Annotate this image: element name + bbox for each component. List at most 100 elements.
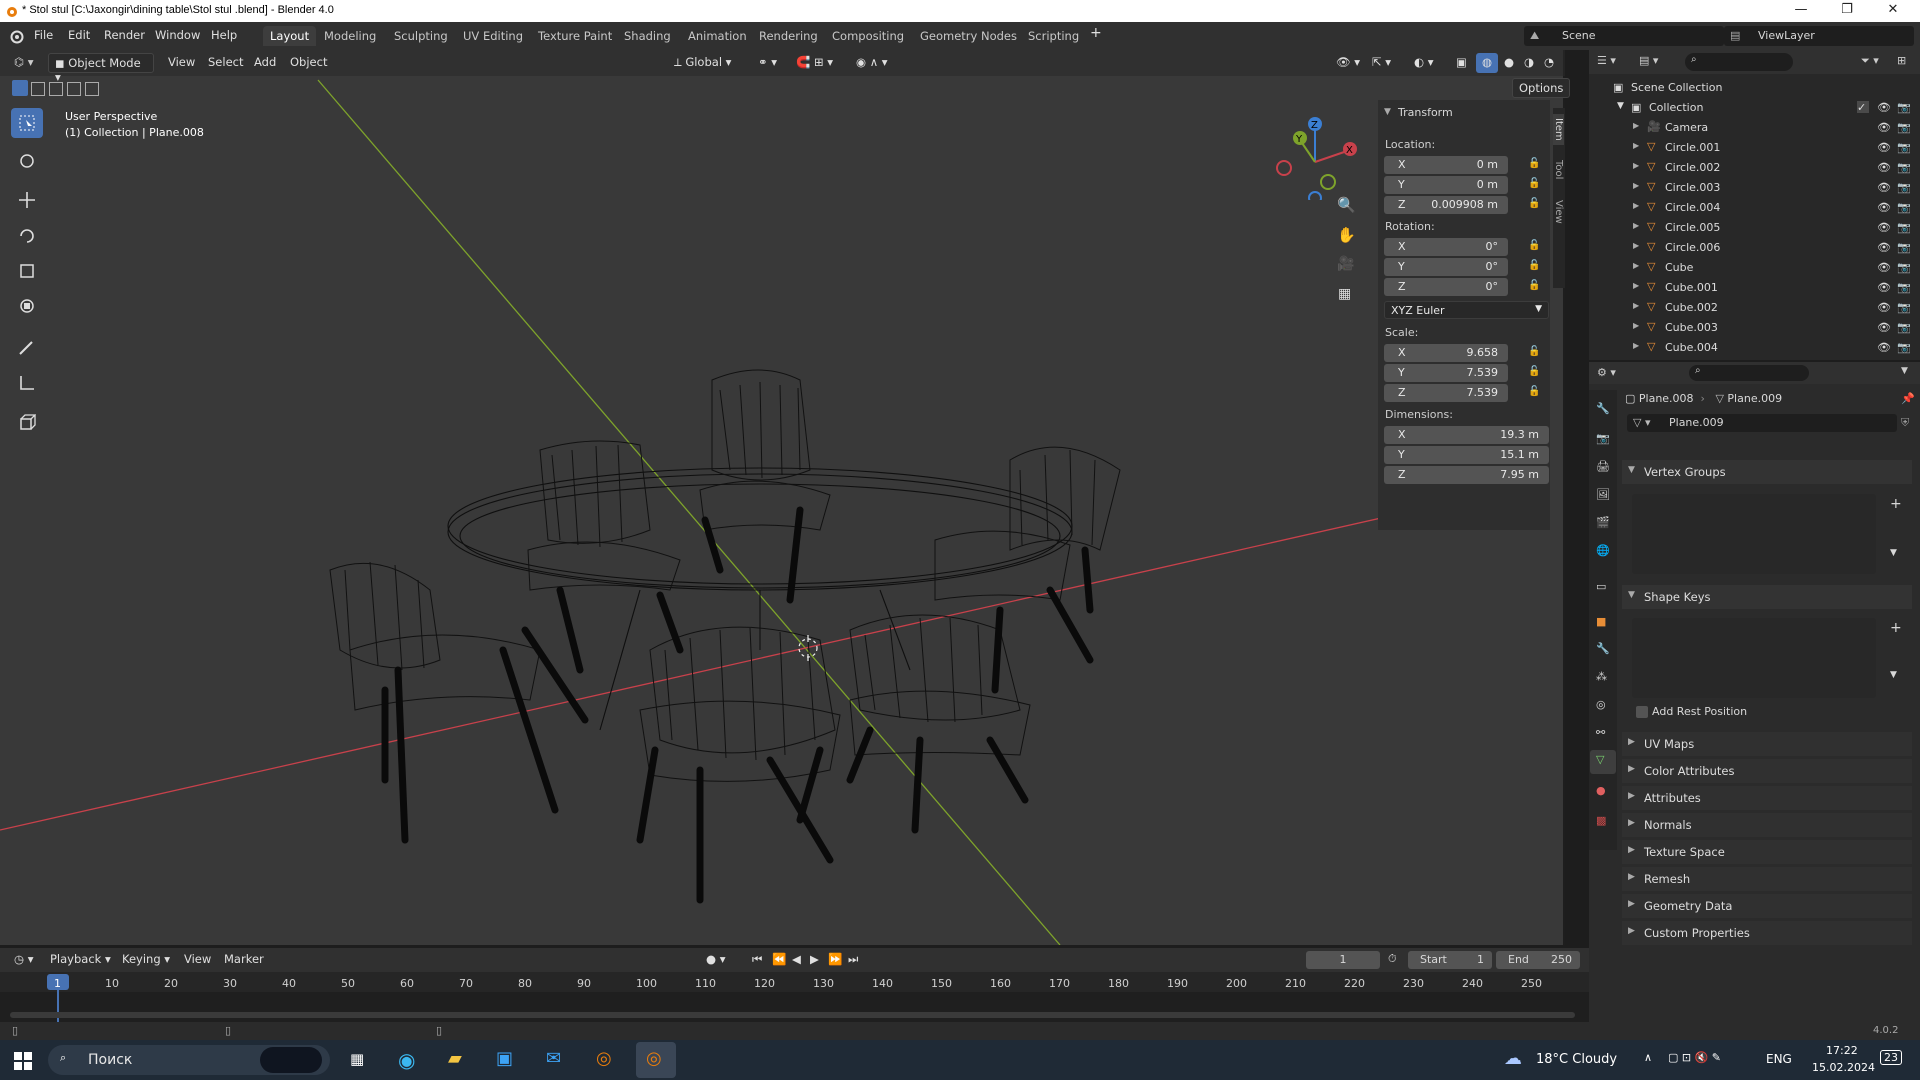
vertex-groups-list[interactable] <box>1632 494 1876 574</box>
lock-icon[interactable]: 🔓 <box>1528 346 1540 357</box>
panel-geometry-data[interactable]: ▶ Geometry Data <box>1622 894 1912 918</box>
grid-toggle-icon[interactable]: ▦ <box>1338 286 1351 302</box>
jump-start-icon[interactable]: ⏮ <box>746 950 768 970</box>
view-layer-icon[interactable]: 🖼 <box>1596 488 1610 501</box>
outliner-row-object[interactable]: ▶ ▽ Circle.004 👁 📷 <box>1589 198 1920 218</box>
chevron-up-icon[interactable]: ∧ <box>1644 1051 1652 1064</box>
proportional-edit-icon[interactable]: ◉ ∧ ▾ <box>850 53 894 73</box>
object-icon[interactable]: ■ <box>1596 615 1606 628</box>
render-icon[interactable]: 📷 <box>1596 432 1610 445</box>
camera-render-icon[interactable]: 📷 <box>1897 261 1911 274</box>
scene-icon[interactable]: 🎬 <box>1596 516 1610 529</box>
tab-compositing[interactable]: Compositing <box>825 26 911 46</box>
menu-view[interactable]: View <box>178 950 217 970</box>
pivot-point-icon[interactable]: ⚭ ▾ <box>752 53 783 73</box>
clock-date[interactable]: 15.02.2024 <box>1812 1061 1875 1074</box>
select-extend-icon[interactable] <box>31 82 45 96</box>
camera-render-icon[interactable]: 📷 <box>1897 301 1911 314</box>
outliner-row-object[interactable]: ▶ ▽ Circle.005 👁 📷 <box>1589 218 1920 238</box>
auto-keying-icon[interactable]: ● ▾ <box>700 950 731 970</box>
system-tray-icon[interactable]: ▢ ⊡ 🔇 ✎ <box>1668 1051 1721 1064</box>
checkbox-icon[interactable]: ✓ <box>1857 101 1869 114</box>
properties-search-input[interactable]: ⌕ <box>1689 365 1809 381</box>
rotation-mode-select[interactable]: XYZ Euler ▼ <box>1384 301 1549 319</box>
gizmo-toggle-icon[interactable]: ⇱ ▾ <box>1366 53 1397 73</box>
dimension-y-field[interactable]: Y 15.1 m <box>1384 446 1549 464</box>
outliner-row-collection[interactable]: ▼ ▣ Collection ✓ 👁 📷 <box>1589 98 1920 118</box>
texture-icon[interactable]: ▩ <box>1596 814 1606 827</box>
lock-icon[interactable]: 🔓 <box>1528 366 1540 377</box>
panel-texture-space[interactable]: ▶ Texture Space <box>1622 840 1912 864</box>
tab-texture-paint[interactable]: Texture Paint <box>531 26 619 46</box>
shape-keys-list[interactable] <box>1632 618 1876 698</box>
eye-icon[interactable]: 👁 <box>1877 161 1891 174</box>
collection-icon[interactable]: ▭ <box>1596 580 1606 593</box>
collapse-arrow-icon[interactable]: ▼ <box>1384 107 1391 117</box>
lock-icon[interactable]: 🔓 <box>1528 386 1540 397</box>
language-indicator[interactable]: ENG <box>1766 1052 1792 1066</box>
add-workspace-button[interactable]: + <box>1090 25 1102 41</box>
outliner-row-object[interactable]: ▶ ▽ Cube.004 👁 📷 <box>1589 338 1920 358</box>
blender-taskbar-icon[interactable]: ◎ <box>596 1048 612 1069</box>
move-tool[interactable] <box>11 185 43 215</box>
eye-icon[interactable]: 👁 <box>1877 301 1891 314</box>
file-explorer-icon[interactable]: ▰ <box>448 1048 462 1069</box>
camera-render-icon[interactable]: 📷 <box>1897 281 1911 294</box>
tab-modeling[interactable]: Modeling <box>317 26 383 46</box>
camera-render-icon[interactable]: 📷 <box>1897 141 1911 154</box>
lock-icon[interactable]: 🔓 <box>1528 198 1540 209</box>
menu-help[interactable]: Help <box>211 28 237 42</box>
rotation-x-field[interactable]: X 0° <box>1384 238 1508 256</box>
camera-render-icon[interactable]: 📷 <box>1897 121 1911 134</box>
close-button[interactable]: ✕ <box>1870 2 1916 17</box>
constraints-icon[interactable]: ⚯ <box>1596 726 1605 739</box>
expand-arrow-icon[interactable]: ▶ <box>1633 261 1639 270</box>
blender-menu-icon[interactable] <box>8 28 24 44</box>
tab-sculpting[interactable]: Sculpting <box>387 26 455 46</box>
menu-file[interactable]: File <box>34 28 53 42</box>
expand-arrow-icon[interactable]: ▶ <box>1633 321 1639 330</box>
eye-icon[interactable]: 👁 <box>1877 201 1891 214</box>
add-rest-position-checkbox[interactable] <box>1636 706 1648 718</box>
scale-x-field[interactable]: X 9.658 <box>1384 344 1508 362</box>
sidebar-tab-view[interactable]: View <box>1553 196 1564 228</box>
minimize-button[interactable]: — <box>1778 2 1824 17</box>
outliner-row-object[interactable]: ▶ 🎥 Camera 👁 📷 <box>1589 118 1920 138</box>
panel-uv-maps[interactable]: ▶ UV Maps <box>1622 732 1912 756</box>
overlays-toggle-icon[interactable]: ◐ ▾ <box>1408 53 1439 73</box>
expand-arrow-icon[interactable]: ▶ <box>1633 201 1639 210</box>
camera-render-icon[interactable]: 📷 <box>1897 241 1911 254</box>
tab-scripting[interactable]: Scripting <box>1021 26 1086 46</box>
expand-arrow-icon[interactable]: ▶ <box>1633 281 1639 290</box>
panel-color-attributes[interactable]: ▶ Color Attributes <box>1622 759 1912 783</box>
stopwatch-icon[interactable]: ⏱ <box>1388 952 1397 966</box>
eye-icon[interactable]: 👁 <box>1877 281 1891 294</box>
camera-render-icon[interactable]: 📷 <box>1897 221 1911 234</box>
scene-selector[interactable]: ⛰ Scene <box>1524 26 1724 46</box>
mesh-data-tab-icon[interactable]: ▽ <box>1590 750 1616 774</box>
navigation-gizmo[interactable]: Z X Y <box>1270 110 1360 200</box>
properties-editor-icon[interactable]: ⚙ ▾ <box>1597 366 1616 379</box>
expand-arrow-icon[interactable]: ▶ <box>1633 301 1639 310</box>
eye-icon[interactable]: 👁 <box>1877 141 1891 154</box>
menu-select[interactable]: Select <box>202 53 249 73</box>
select-subtract-icon[interactable] <box>49 82 63 96</box>
eye-icon[interactable]: 👁 <box>1877 221 1891 234</box>
tab-layout[interactable]: Layout <box>263 26 317 46</box>
maximize-button[interactable]: ❐ <box>1824 2 1870 17</box>
expand-arrow-icon[interactable]: ▶ <box>1633 341 1639 350</box>
physics-icon[interactable]: ◎ <box>1596 698 1606 711</box>
task-view-icon[interactable]: ▦ <box>350 1050 364 1068</box>
menu-playback[interactable]: Playback ▾ <box>44 950 117 970</box>
tab-geometry-nodes[interactable]: Geometry Nodes <box>913 26 1024 46</box>
sidebar-tab-item[interactable]: Item <box>1553 114 1564 145</box>
material-icon[interactable]: ● <box>1596 784 1606 797</box>
lock-icon[interactable]: 🔓 <box>1528 280 1540 291</box>
start-frame-field[interactable]: Start 1 <box>1408 951 1492 969</box>
select-new-icon[interactable] <box>12 80 28 96</box>
outliner-row-object[interactable]: ▶ ▽ Cube.003 👁 📷 <box>1589 318 1920 338</box>
camera-render-icon[interactable]: 📷 <box>1897 161 1911 174</box>
outliner-editor-icon[interactable]: ☰ ▾ <box>1597 54 1616 67</box>
outliner-row-object[interactable]: ▶ ▽ Circle.003 👁 📷 <box>1589 178 1920 198</box>
tab-animation[interactable]: Animation <box>681 26 754 46</box>
